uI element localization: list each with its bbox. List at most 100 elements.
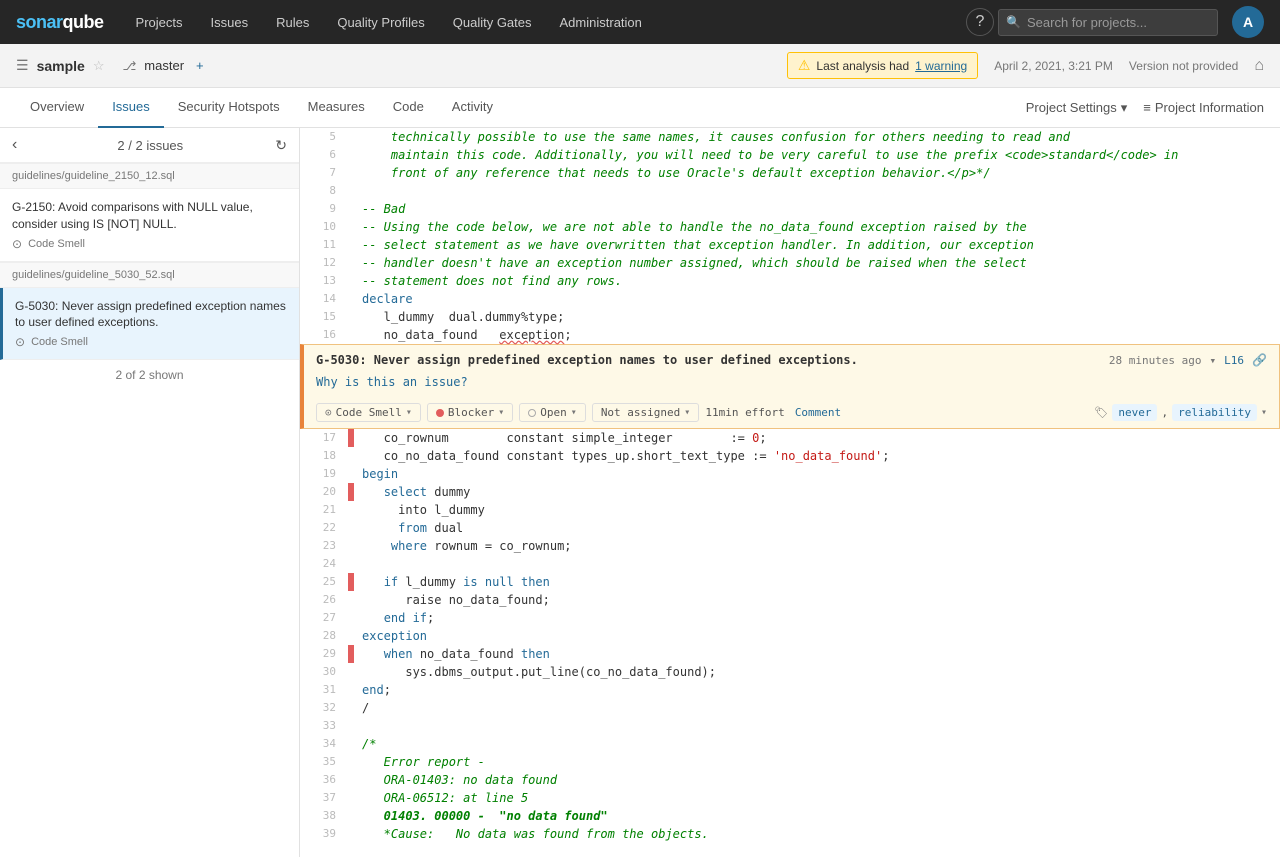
tab-activity[interactable]: Activity [438,88,507,128]
severity-label: Blocker [448,406,494,419]
line-number: 9 [300,200,348,218]
assignee-label: Not assigned [601,406,680,419]
line-content: end if; [354,609,1280,627]
line-content: -- handler doesn't have an exception num… [354,254,1280,272]
project-bar-right: ⚠ Last analysis had 1 warning April 2, 2… [787,52,1264,79]
project-settings-button[interactable]: Project Settings ▾ [1026,100,1128,116]
project-name[interactable]: sample [37,58,85,74]
line-content: maintain this code. Additionally, you wi… [354,146,1280,164]
tab-code[interactable]: Code [379,88,438,128]
type-chevron-icon: ▾ [406,407,412,418]
annotation-title: G-5030: Never assign predefined exceptio… [316,353,1101,367]
nav-rules[interactable]: Rules [264,0,321,44]
search-wrap: 🔍 [998,9,1218,36]
nav-administration[interactable]: Administration [548,0,654,44]
nav-projects[interactable]: Projects [124,0,195,44]
why-issue-link[interactable]: Why is this an issue? [316,375,468,389]
line-number: 29 [300,645,348,663]
line-number: 14 [300,290,348,308]
table-row: 34 /* [300,735,1280,753]
nav-quality-gates[interactable]: Quality Gates [441,0,544,44]
line-number: 34 [300,735,348,753]
search-input[interactable] [998,9,1218,36]
project-icon: ☰ [16,57,29,74]
line-number: 13 [300,272,348,290]
annotation-line[interactable]: L16 [1224,354,1244,367]
line-content: where rownum = co_rownum; [354,537,1280,555]
type-badge[interactable]: ⊙ Code Smell ▾ [316,403,421,422]
settings-label: Project Settings [1026,100,1117,115]
line-number: 26 [300,591,348,609]
line-number: 25 [300,573,348,591]
warning-badge: ⚠ Last analysis had 1 warning [787,52,978,79]
issue-card-g2150[interactable]: G-2150: Avoid comparisons with NULL valu… [0,189,299,262]
line-number: 39 [300,825,348,843]
code-table-after: 17 co_rownum constant simple_integer := … [300,429,1280,843]
tab-measures[interactable]: Measures [294,88,379,128]
comment-button[interactable]: Comment [795,406,841,419]
line-number: 12 [300,254,348,272]
branch-add-button[interactable]: + [196,58,204,73]
tab-security-hotspots[interactable]: Security Hotspots [164,88,294,128]
effort-label: 11min effort [705,406,784,419]
logo[interactable]: sonarqube [16,12,104,33]
table-row: 30 sys.dbms_output.put_line(co_no_data_f… [300,663,1280,681]
table-row: 17 co_rownum constant simple_integer := … [300,429,1280,447]
home-icon[interactable]: ⌂ [1254,57,1264,75]
table-row: 19 begin [300,465,1280,483]
warning-icon: ⚠ [798,57,811,74]
table-row: 36 ORA-01403: no data found [300,771,1280,789]
line-number: 28 [300,627,348,645]
tag-pill-never[interactable]: never [1112,404,1157,421]
nav-issues[interactable]: Issues [199,0,261,44]
back-button[interactable]: ‹ [12,136,17,154]
line-number: 19 [300,465,348,483]
issue-group-1: guidelines/guideline_2150_12.sql G-2150:… [0,163,299,262]
line-number: 8 [300,182,348,200]
line-content [354,717,1280,735]
table-row: 35 Error report - [300,753,1280,771]
line-number: 24 [300,555,348,573]
nav-quality-profiles[interactable]: Quality Profiles [325,0,436,44]
project-info-button[interactable]: ≡ Project Information [1143,100,1264,115]
avatar[interactable]: A [1232,6,1264,38]
table-row: 13 -- statement does not find any rows. [300,272,1280,290]
line-number: 32 [300,699,348,717]
line-content: no_data_found exception; [354,326,1280,344]
tab-overview[interactable]: Overview [16,88,98,128]
line-number: 10 [300,218,348,236]
annotation-link-icon[interactable]: 🔗 [1252,353,1267,367]
line-number: 20 [300,483,348,501]
line-number: 18 [300,447,348,465]
status-label: Open [540,406,567,419]
settings-chevron-icon: ▾ [1121,100,1128,116]
line-number: 7 [300,164,348,182]
table-row: 8 [300,182,1280,200]
table-row: 6 maintain this code. Additionally, you … [300,146,1280,164]
table-row: 32 / [300,699,1280,717]
line-content: ORA-01403: no data found [354,771,1280,789]
code-viewer: 5 technically possible to use the same n… [300,128,1280,857]
info-icon: ≡ [1143,100,1151,115]
logo-text: sonarqube [16,12,104,33]
line-number: 6 [300,146,348,164]
table-row: 10 -- Using the code below, we are not a… [300,218,1280,236]
status-badge[interactable]: Open ▾ [519,403,586,422]
severity-badge[interactable]: Blocker ▾ [427,403,513,422]
star-icon[interactable]: ☆ [93,58,105,74]
branch-icon: ⎇ [122,59,136,73]
table-row: 39 *Cause: No data was found from the ob… [300,825,1280,843]
table-row: 27 end if; [300,609,1280,627]
table-row: 29 when no_data_found then [300,645,1280,663]
tag-pill-reliability[interactable]: reliability [1172,404,1257,421]
main-layout: ‹ 2 / 2 issues ↻ guidelines/guideline_21… [0,128,1280,857]
warning-link[interactable]: 1 warning [915,59,967,73]
assignee-badge[interactable]: Not assigned ▾ [592,403,700,422]
issue-card-g5030[interactable]: G-5030: Never assign predefined exceptio… [0,288,299,361]
tab-issues[interactable]: Issues [98,88,164,128]
help-button[interactable]: ? [966,8,994,36]
table-row: 15 l_dummy dual.dummy%type; [300,308,1280,326]
refresh-button[interactable]: ↻ [275,137,287,154]
table-row: 7 front of any reference that needs to u… [300,164,1280,182]
tags-chevron-icon: ▾ [1261,407,1267,418]
